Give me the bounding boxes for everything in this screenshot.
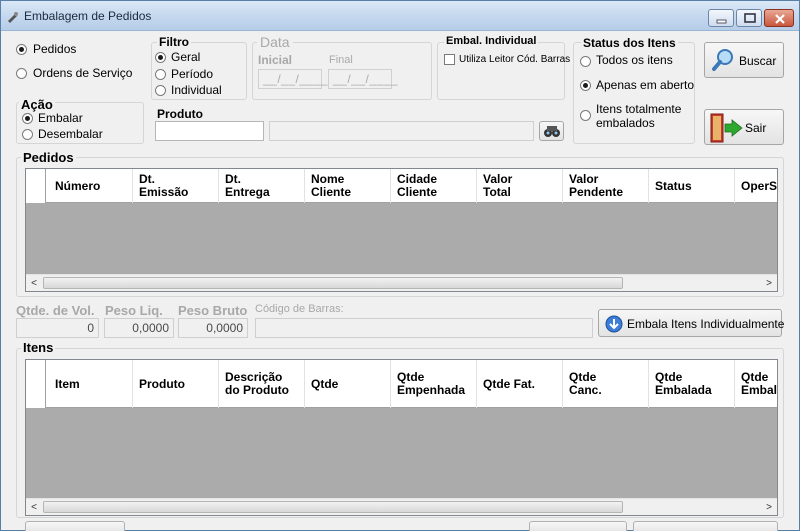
radio-status-aberto[interactable] (580, 80, 591, 91)
peso-bruto-field: 0,0000 (178, 318, 248, 338)
itens-col-produto[interactable]: Produto (133, 360, 219, 408)
pedidos-col-nome-cliente[interactable]: Nome Cliente (305, 169, 391, 203)
peso-liq-field: 0,0000 (104, 318, 174, 338)
radio-status-todos[interactable] (580, 56, 591, 67)
radio-acao-desembalar[interactable] (22, 129, 33, 140)
itens-col-qtde[interactable]: Qtde (305, 360, 391, 408)
pedidos-grid-row-header (26, 169, 46, 203)
bottom-right-button[interactable] (633, 521, 778, 531)
pedidos-col-status[interactable]: Status (649, 169, 735, 203)
produto-description-field (269, 121, 534, 141)
data-inicial-field[interactable]: __/__/____ (258, 69, 328, 89)
close-button[interactable] (764, 9, 794, 27)
pedidos-col-dt-emissao[interactable]: Dt. Emissão (133, 169, 219, 203)
produto-label: Produto (157, 107, 203, 121)
close-icon (775, 14, 785, 24)
magnifier-icon (712, 49, 733, 71)
pedidos-col-valor-pendente[interactable]: Valor Pendente (563, 169, 649, 203)
scroll-left-icon[interactable]: < (27, 277, 41, 290)
maximize-icon (744, 13, 756, 23)
itens-scroll-thumb[interactable] (43, 501, 623, 513)
embal-individual-group (437, 42, 565, 100)
qtde-vol-label: Qtde. de Vol. (16, 303, 95, 318)
itens-label: Itens (21, 340, 56, 355)
radio-acao-desembalar-label: Desembalar (38, 127, 103, 141)
exit-door-icon (710, 113, 743, 143)
embala-itens-button[interactable]: Embala Itens Individualmente (598, 309, 785, 337)
pedidos-grid[interactable]: Número Dt. Emissão Dt. Entrega Nome Clie… (25, 168, 778, 292)
buscar-button[interactable]: Buscar (704, 42, 784, 78)
itens-col-qtde-fat[interactable]: Qtde Fat. (477, 360, 563, 408)
radio-filtro-individual-label: Individual (171, 83, 222, 97)
title-bar[interactable]: Embalagem de Pedidos (1, 1, 799, 31)
codigo-barras-label: Código de Barras: (255, 303, 344, 315)
itens-col-qtde-embalada[interactable]: Qtde Embalada (649, 360, 735, 408)
qtde-vol-field: 0 (16, 318, 99, 338)
pedidos-scroll-thumb[interactable] (43, 277, 623, 289)
peso-bruto-label: Peso Bruto (178, 303, 248, 318)
embala-itens-label: Embala Itens Individualmente (627, 317, 785, 331)
radio-status-aberto-label: Apenas em aberto (596, 78, 695, 92)
pedidos-col-valor-total[interactable]: Valor Total (477, 169, 563, 203)
data-label: Data (257, 34, 293, 50)
main-window: Embalagem de Pedidos Pedidos Ordens de S… (0, 0, 800, 531)
pedidos-col-opers[interactable]: OperS (735, 169, 777, 203)
download-arrow-icon (605, 315, 623, 333)
data-inicial-label: Inicial (258, 53, 293, 67)
leitor-barras-label: Utiliza Leitor Cód. Barras (459, 54, 571, 65)
pedidos-col-numero[interactable]: Número (47, 169, 133, 203)
produto-search-button[interactable] (539, 121, 564, 141)
peso-liq-label: Peso Liq. (105, 303, 163, 318)
scroll-right-icon[interactable]: > (762, 501, 776, 514)
binoculars-icon (544, 126, 560, 137)
filtro-label: Filtro (157, 35, 191, 49)
minimize-button[interactable] (708, 9, 734, 27)
itens-horizontal-scrollbar[interactable]: < > (26, 498, 777, 515)
acao-label: Ação (19, 97, 55, 112)
bottom-left-button[interactable] (25, 521, 125, 531)
radio-ordens-servico-label: Ordens de Serviço (33, 66, 133, 80)
radio-filtro-individual[interactable] (155, 85, 166, 96)
radio-filtro-periodo-label: Período (171, 67, 214, 81)
radio-status-todos-label: Todos os itens (596, 53, 673, 67)
data-final-field[interactable]: __/__/____ (328, 69, 398, 89)
itens-col-qtde-canc[interactable]: Qtde Canc. (563, 360, 649, 408)
radio-pedidos-label: Pedidos (33, 42, 77, 56)
radio-acao-embalar[interactable] (22, 113, 33, 124)
window-title: Embalagem de Pedidos (24, 9, 152, 23)
scroll-left-icon[interactable]: < (27, 501, 41, 514)
itens-col-item[interactable]: Item (47, 360, 133, 408)
itens-col-qtde-empenhada[interactable]: Qtde Empenhada (391, 360, 477, 408)
sair-button-label: Sair (745, 121, 767, 135)
radio-filtro-geral[interactable] (155, 52, 166, 63)
radio-ordens-servico[interactable] (16, 68, 27, 79)
bottom-middle-button[interactable] (529, 521, 627, 531)
itens-col-descricao[interactable]: Descrição do Produto (219, 360, 305, 408)
itens-col-qtde-embal[interactable]: Qtde Embal (735, 360, 777, 408)
minimize-icon (716, 19, 727, 24)
pedidos-col-dt-entrega[interactable]: Dt. Entrega (219, 169, 305, 203)
leitor-barras-checkbox[interactable] (444, 54, 455, 65)
codigo-barras-field (255, 318, 593, 338)
data-final-label: Final (329, 54, 353, 66)
tape-icon (8, 12, 18, 23)
radio-filtro-geral-label: Geral (171, 50, 201, 64)
produto-code-input[interactable] (155, 121, 264, 141)
embal-individual-label: Embal. Individual (444, 35, 539, 47)
itens-grid[interactable]: Item Produto Descrição do Produto Qtde Q… (25, 359, 778, 516)
radio-filtro-periodo[interactable] (155, 69, 166, 80)
radio-status-embalados[interactable] (580, 110, 591, 121)
status-itens-label: Status dos Itens (581, 36, 678, 50)
sair-button[interactable]: Sair (704, 109, 784, 145)
scroll-right-icon[interactable]: > (762, 277, 776, 290)
pedidos-label: Pedidos (21, 150, 76, 165)
buscar-button-label: Buscar (739, 54, 777, 68)
pedidos-horizontal-scrollbar[interactable]: < > (26, 274, 777, 291)
radio-acao-embalar-label: Embalar (38, 111, 83, 125)
radio-pedidos[interactable] (16, 44, 27, 55)
itens-grid-row-header (26, 360, 46, 408)
radio-status-embalados-label: Itens totalmente embalados (596, 102, 682, 130)
pedidos-col-cidade-cliente[interactable]: Cidade Cliente (391, 169, 477, 203)
maximize-button[interactable] (736, 9, 762, 27)
